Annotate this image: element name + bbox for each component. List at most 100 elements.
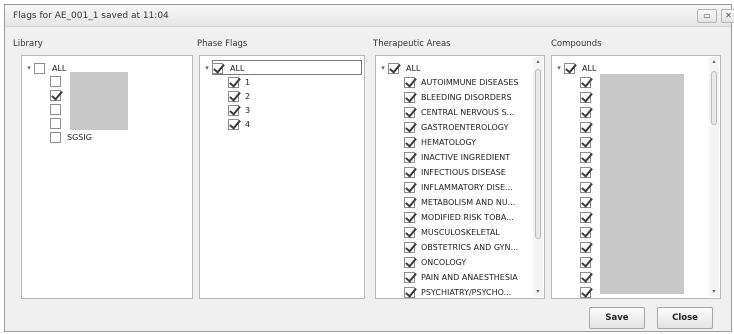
phase-flag-item[interactable]: 4 (228, 117, 250, 131)
chevron-down-icon[interactable]: ▾ (378, 64, 388, 72)
compound-item[interactable] (580, 180, 591, 194)
compound-item-checkbox[interactable] (580, 196, 591, 208)
therapeutic-area-item-checkbox[interactable] (404, 226, 415, 238)
library-item-checkbox[interactable] (50, 117, 61, 129)
therapeutic-area-item[interactable]: ONCOLOGY (404, 255, 466, 269)
library-root[interactable]: ▾ ALL (24, 61, 69, 75)
therapeutic-area-item[interactable]: HEMATOLOGY (404, 135, 476, 149)
therapeutic-area-item-checkbox[interactable] (404, 151, 415, 163)
phase-flags-all-checkbox[interactable] (212, 62, 223, 74)
compound-item[interactable] (580, 285, 591, 298)
compound-item[interactable] (580, 165, 591, 179)
library-item[interactable] (50, 88, 67, 102)
scroll-up-icon[interactable]: ▴ (709, 57, 719, 67)
therapeutic-area-item[interactable]: INFECTIOUS DISEASE (404, 165, 506, 179)
library-item-checkbox[interactable] (50, 75, 61, 87)
compound-item-checkbox[interactable] (580, 181, 591, 193)
phase-flag-item[interactable]: 2 (228, 89, 250, 103)
compound-item-checkbox[interactable] (580, 121, 591, 133)
compound-item[interactable] (580, 225, 591, 239)
scroll-thumb[interactable] (711, 71, 717, 125)
therapeutic-area-item-checkbox[interactable] (404, 91, 415, 103)
compound-item[interactable] (580, 240, 591, 254)
therapeutic-area-item[interactable]: MODIFIED RISK TOBA... (404, 210, 514, 224)
title-bar[interactable]: Flags for AE_001_1 saved at 11:04 ▭ ✕ (5, 5, 734, 27)
therapeutic-area-item[interactable]: GASTROENTEROLOGY (404, 120, 508, 134)
therapeutic-area-item-checkbox[interactable] (404, 256, 415, 268)
therapeutic-area-item-checkbox[interactable] (404, 241, 415, 253)
compound-item[interactable] (580, 90, 591, 104)
compound-item-checkbox[interactable] (580, 136, 591, 148)
compounds-all-checkbox[interactable] (564, 62, 575, 74)
therapeutic-areas-root[interactable]: ▾ ALL (378, 61, 423, 75)
therapeutic-area-item-checkbox[interactable] (404, 271, 415, 283)
library-all-checkbox[interactable] (34, 62, 45, 74)
compound-item-checkbox[interactable] (580, 76, 591, 88)
therapeutic-areas-all-checkbox[interactable] (388, 62, 399, 74)
therapeutic-area-item[interactable]: MUSCULOSKELETAL (404, 225, 500, 239)
library-item[interactable] (50, 102, 67, 116)
therapeutic-area-item-checkbox[interactable] (404, 106, 415, 118)
therapeutic-area-item-checkbox[interactable] (404, 136, 415, 148)
scroll-down-icon[interactable]: ▾ (709, 287, 719, 297)
phase-flag-item-checkbox[interactable] (228, 104, 239, 116)
compound-item[interactable] (580, 135, 591, 149)
phase-flags-root[interactable]: ▾ ALL (202, 61, 247, 75)
restore-icon[interactable]: ▭ (697, 9, 717, 23)
chevron-down-icon[interactable]: ▾ (202, 64, 212, 72)
save-button[interactable]: Save (589, 307, 645, 329)
compounds-scrollbar[interactable]: ▴ ▾ (709, 57, 719, 297)
compound-item[interactable] (580, 75, 591, 89)
scroll-down-icon[interactable]: ▾ (533, 287, 543, 297)
therapeutic-area-item[interactable]: AUTOIMMUNE DISEASES (404, 75, 518, 89)
library-item-checkbox[interactable] (50, 89, 61, 101)
therapeutic-area-item[interactable]: CENTRAL NERVOUS S... (404, 105, 514, 119)
compound-item-checkbox[interactable] (580, 151, 591, 163)
scroll-thumb[interactable] (535, 69, 541, 239)
library-item[interactable]: SGSIG (50, 130, 92, 144)
library-item-checkbox[interactable] (50, 103, 61, 115)
library-item-checkbox[interactable] (50, 131, 61, 143)
therapeutic-area-item-checkbox[interactable] (404, 76, 415, 88)
phase-flag-item[interactable]: 3 (228, 103, 250, 117)
chevron-down-icon[interactable]: ▾ (554, 64, 564, 72)
therapeutic-area-item-checkbox[interactable] (404, 166, 415, 178)
compound-item[interactable] (580, 255, 591, 269)
phase-flag-item[interactable]: 1 (228, 75, 250, 89)
compound-item-checkbox[interactable] (580, 286, 591, 298)
compound-item-checkbox[interactable] (580, 226, 591, 238)
compound-item-checkbox[interactable] (580, 166, 591, 178)
compound-item[interactable] (580, 150, 591, 164)
therapeutic-area-item-checkbox[interactable] (404, 196, 415, 208)
therapeutic-area-item[interactable]: OBSTETRICS AND GYN... (404, 240, 518, 254)
therapeutic-area-item[interactable]: BLEEDING DISORDERS (404, 90, 512, 104)
therapeutic-area-item[interactable]: METABOLISM AND NU... (404, 195, 515, 209)
compound-item-checkbox[interactable] (580, 91, 591, 103)
therapeutic-area-item[interactable]: INACTIVE INGREDIENT (404, 150, 510, 164)
phase-flag-item-checkbox[interactable] (228, 90, 239, 102)
therapeutic-area-item[interactable]: PAIN AND ANAESTHESIA (404, 270, 518, 284)
compound-item[interactable] (580, 270, 591, 284)
phase-flag-item-checkbox[interactable] (228, 118, 239, 130)
compounds-root[interactable]: ▾ ALL (554, 61, 599, 75)
library-item[interactable] (50, 74, 67, 88)
therapeutic-area-item-checkbox[interactable] (404, 121, 415, 133)
compound-item[interactable] (580, 120, 591, 134)
compound-item[interactable] (580, 105, 591, 119)
close-button[interactable]: Close (657, 307, 713, 329)
compound-item-checkbox[interactable] (580, 106, 591, 118)
therapeutic-area-item-checkbox[interactable] (404, 286, 415, 298)
chevron-down-icon[interactable]: ▾ (24, 64, 34, 72)
phase-flag-item-checkbox[interactable] (228, 76, 239, 88)
compound-item-checkbox[interactable] (580, 241, 591, 253)
therapeutic-area-item[interactable]: PSYCHIATRY/PSYCHO... (404, 285, 511, 298)
therapeutic-area-item-checkbox[interactable] (404, 211, 415, 223)
close-icon[interactable]: ✕ (721, 9, 734, 23)
scroll-up-icon[interactable]: ▴ (533, 57, 543, 67)
therapeutic-area-item[interactable]: INFLAMMATORY DISE... (404, 180, 513, 194)
compound-item-checkbox[interactable] (580, 256, 591, 268)
library-item[interactable] (50, 116, 67, 130)
compound-item[interactable] (580, 210, 591, 224)
therapeutic-area-item-checkbox[interactable] (404, 181, 415, 193)
compound-item[interactable] (580, 195, 591, 209)
